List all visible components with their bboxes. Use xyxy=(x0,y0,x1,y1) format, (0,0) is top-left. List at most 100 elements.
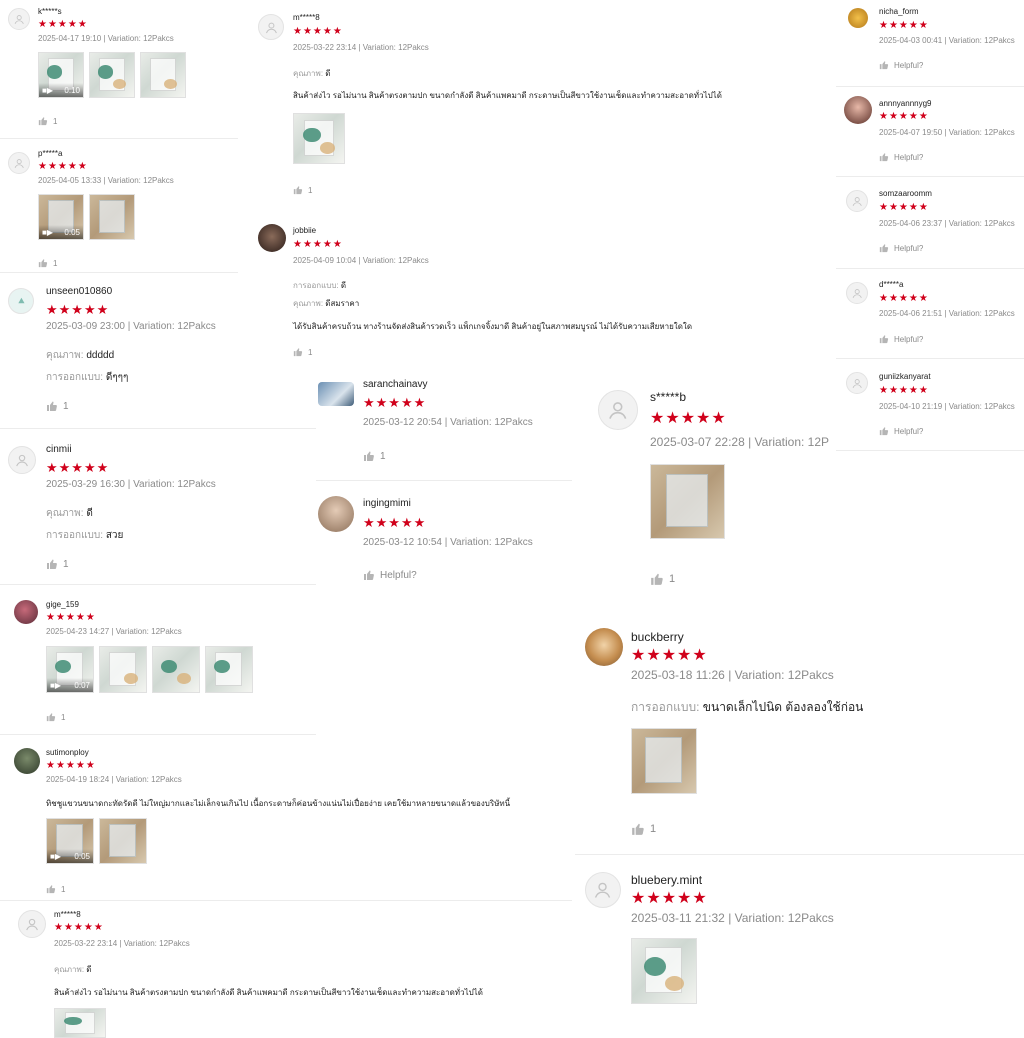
review-photo-thumbnail[interactable] xyxy=(89,52,135,98)
default-avatar-icon xyxy=(8,446,36,474)
rating-stars: ★★★★★ xyxy=(38,19,88,30)
review-photo-thumbnail[interactable] xyxy=(631,728,697,794)
review-text: ทิชชูแขวนขนาดกะทัดรัดดี ไม่ใหญ่มากและไม่… xyxy=(46,799,511,808)
like-button[interactable]: 1 xyxy=(46,712,65,722)
helpful-label: Helpful? xyxy=(894,60,924,70)
like-button[interactable]: 1 xyxy=(363,450,386,462)
user-avatar xyxy=(14,748,40,774)
thumbs-up-icon xyxy=(364,570,374,580)
rating-stars: ★★★★★ xyxy=(46,302,110,317)
like-button[interactable]: 1 xyxy=(46,884,65,894)
review-photo-thumbnail[interactable] xyxy=(99,646,147,693)
thumbs-up-icon xyxy=(293,186,303,195)
reviewer-name: s*****b xyxy=(650,390,687,404)
review-card: m*****8 ★★★★★ 2025-03-22 23:14 | Variati… xyxy=(10,902,572,1038)
user-avatar xyxy=(258,224,286,252)
review-card: sutimonploy ★★★★★ 2025-04-19 18:24 | Var… xyxy=(0,738,572,901)
review-video-thumbnail[interactable]: ■▶ 0:05 xyxy=(46,818,94,864)
helpful-button[interactable]: Helpful? xyxy=(879,334,923,344)
review-photo-thumbnail[interactable] xyxy=(293,113,345,164)
like-button[interactable]: 1 xyxy=(293,347,312,357)
helpful-button[interactable]: Helpful? xyxy=(879,426,923,436)
rating-stars: ★★★★★ xyxy=(293,239,343,250)
default-avatar-icon xyxy=(846,190,868,212)
like-button[interactable]: 1 xyxy=(46,400,69,412)
like-count: 1 xyxy=(308,185,313,195)
review-photo-thumbnail[interactable] xyxy=(89,194,135,240)
reviewer-name: somzaaroomm xyxy=(879,189,932,198)
rating-stars: ★★★★★ xyxy=(879,20,929,31)
reviewer-name: ingingmimi xyxy=(363,498,411,509)
like-button[interactable]: 1 xyxy=(38,258,57,268)
rating-stars: ★★★★★ xyxy=(363,395,427,410)
like-button[interactable]: 1 xyxy=(46,558,69,570)
review-card: cinmii ★★★★★ 2025-03-29 16:30 | Variatio… xyxy=(0,432,316,585)
review-date-variation: 2025-03-07 22:28 | Variation: 12P xyxy=(650,435,830,449)
video-camera-icon: ■▶ xyxy=(50,852,61,861)
reviewer-name: m*****8 xyxy=(293,13,320,22)
rating-stars: ★★★★★ xyxy=(46,460,110,475)
reviewer-name: annnyannnyg9 xyxy=(879,99,932,108)
default-avatar-icon xyxy=(846,372,868,394)
review-date-variation: 2025-04-10 21:19 | Variation: 12Pakcs xyxy=(879,402,1015,411)
review-card: m*****8 ★★★★★ 2025-03-22 23:14 | Variati… xyxy=(250,0,820,210)
review-video-thumbnail[interactable]: ■▶ 0:10 xyxy=(38,52,84,98)
review-date-variation: 2025-04-03 00:41 | Variation: 12Pakcs xyxy=(879,36,1015,45)
review-photo-thumbnail[interactable] xyxy=(99,818,147,864)
review-photo-thumbnail[interactable] xyxy=(152,646,200,693)
video-duration: 0:10 xyxy=(64,86,80,95)
like-count: 1 xyxy=(650,823,657,835)
review-photo-thumbnail[interactable] xyxy=(205,646,253,693)
thumbs-up-icon xyxy=(879,335,889,344)
like-count: 1 xyxy=(380,450,386,462)
rating-stars: ★★★★★ xyxy=(879,202,929,213)
quality-attribute: คุณภาพ: ดี xyxy=(46,508,93,519)
rating-stars: ★★★★★ xyxy=(650,410,727,427)
rating-stars: ★★★★★ xyxy=(363,515,427,530)
video-duration: 0:07 xyxy=(74,681,90,690)
review-photo-thumbnail[interactable] xyxy=(54,1008,106,1038)
like-button[interactable]: 1 xyxy=(38,116,57,126)
helpful-label: Helpful? xyxy=(894,426,924,436)
reviewer-name: sutimonploy xyxy=(46,748,89,757)
reviewer-name: jobbiie xyxy=(293,226,317,235)
review-card: guniizkanyarat ★★★★★ 2025-04-10 21:19 | … xyxy=(836,362,1024,451)
helpful-button[interactable]: Helpful? xyxy=(879,60,923,70)
user-avatar xyxy=(585,628,623,666)
like-button[interactable]: 1 xyxy=(631,822,656,836)
review-card: saranchainavy ★★★★★ 2025-03-12 20:54 | V… xyxy=(316,372,572,481)
user-avatar xyxy=(844,96,872,124)
design-attribute: การออกแบบ: ดี xyxy=(293,281,347,290)
like-button[interactable]: 1 xyxy=(293,185,312,195)
review-card: gige_159 ★★★★★ 2025-04-23 14:27 | Variat… xyxy=(0,588,316,735)
reviewer-name: gige_159 xyxy=(46,600,79,609)
review-card: nicha_form ★★★★★ 2025-04-03 00:41 | Vari… xyxy=(836,0,1024,87)
video-camera-icon: ■▶ xyxy=(42,228,53,237)
review-date-variation: 2025-04-05 13:33 | Variation: 12Pakcs xyxy=(38,176,174,185)
review-date-variation: 2025-03-22 23:14 | Variation: 12Pakcs xyxy=(54,939,190,948)
review-photo-thumbnail[interactable] xyxy=(650,464,725,539)
helpful-button[interactable]: Helpful? xyxy=(879,243,923,253)
review-date-variation: 2025-04-06 23:37 | Variation: 12Pakcs xyxy=(879,219,1015,228)
helpful-button[interactable]: Helpful? xyxy=(879,152,923,162)
video-duration: 0:05 xyxy=(64,228,80,237)
review-video-thumbnail[interactable]: ■▶ 0:05 xyxy=(38,194,84,240)
like-button[interactable]: 1 xyxy=(650,572,675,586)
review-photo-thumbnail[interactable] xyxy=(140,52,186,98)
reviewer-name: k*****s xyxy=(38,7,62,16)
thumbs-up-icon xyxy=(38,259,48,268)
review-date-variation: 2025-03-18 11:26 | Variation: 12Pakcs xyxy=(631,668,834,682)
review-photo-thumbnail[interactable] xyxy=(631,938,697,1004)
default-avatar-icon xyxy=(18,910,46,938)
helpful-button[interactable]: Helpful? xyxy=(363,569,417,581)
review-text: ได้รับสินค้าครบถ้วน ทางร้านจัดส่งสินค้าร… xyxy=(293,322,693,331)
review-video-thumbnail[interactable]: ■▶ 0:07 xyxy=(46,646,94,693)
review-text: สินค้าส่งไว รอไม่นาน สินค้าตรงตามปก ขนาด… xyxy=(54,988,483,997)
thumbs-up-icon xyxy=(879,61,889,70)
user-avatar xyxy=(318,496,354,532)
reviewer-name: unseen010860 xyxy=(46,286,113,297)
default-avatar-icon xyxy=(258,14,284,40)
reviewer-name: cinmii xyxy=(46,444,72,455)
review-date-variation: 2025-04-09 10:04 | Variation: 12Pakcs xyxy=(293,256,429,265)
video-camera-icon: ■▶ xyxy=(50,681,61,690)
